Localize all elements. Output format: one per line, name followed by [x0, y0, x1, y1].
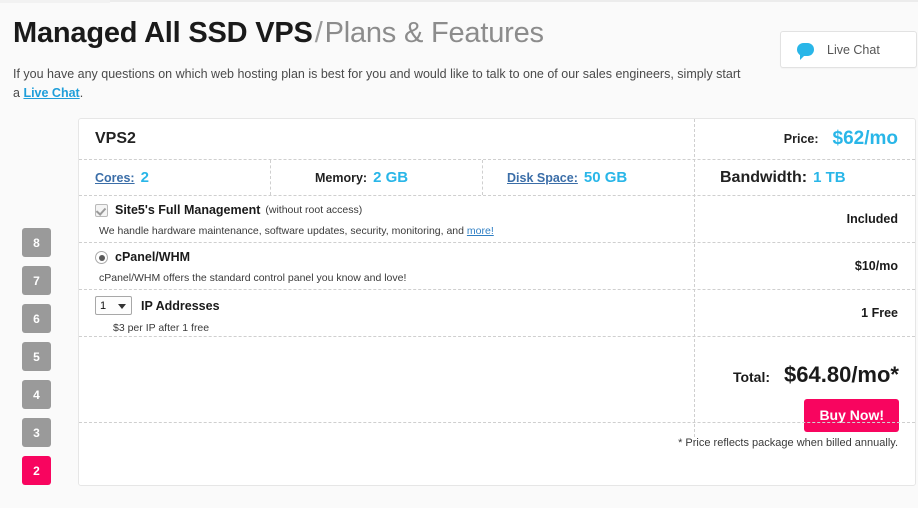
pager-item[interactable]: 6 — [22, 304, 51, 333]
spec-disk: Disk Space: 50 GB — [483, 160, 694, 195]
pager-item-active[interactable]: 2 — [22, 456, 51, 485]
spec-bandwidth: Bandwidth: 1 TB — [694, 160, 915, 195]
top-divider-left — [0, 0, 110, 3]
intro-live-chat-link[interactable]: Live Chat — [23, 86, 79, 100]
chat-bubble-icon — [797, 43, 814, 60]
chevron-down-icon — [118, 303, 126, 309]
page-title-light: Plans & Features — [324, 17, 544, 49]
radio-cpanel-icon[interactable] — [95, 251, 108, 264]
feature-management-note: (without root access) — [265, 204, 363, 216]
feature-row-ip-addresses: 1 IP Addresses $3 per IP after 1 free 1 … — [79, 290, 915, 337]
buy-now-wrapper: Buy Now! — [694, 399, 916, 432]
ip-addresses-description: $3 per IP after 1 free — [113, 322, 210, 334]
specs-left: Cores: 2 Memory: 2 GB Disk Space: 50 GB — [79, 160, 694, 195]
spec-cores: Cores: 2 — [79, 160, 271, 195]
ip-addresses-price-cell: 1 Free — [693, 290, 915, 336]
feature-management-description-text: We handle hardware maintenance, software… — [99, 225, 467, 237]
pager-item[interactable]: 5 — [22, 342, 51, 371]
ip-count-select[interactable]: 1 — [95, 296, 132, 315]
price-footnote: * Price reflects package when billed ann… — [678, 437, 898, 449]
live-chat-button[interactable]: Live Chat — [780, 31, 917, 68]
total-label: Total: — [732, 369, 771, 385]
ip-count-value: 1 — [100, 299, 107, 312]
feature-management-body: Site5's Full Management (without root ac… — [79, 196, 693, 242]
plan-price-cell: Price: $62/mo — [693, 119, 915, 159]
total-line: Total: $64.80/mo* — [694, 334, 916, 388]
pager-item[interactable]: 3 — [22, 418, 51, 447]
pager-item[interactable]: 7 — [22, 266, 51, 295]
spec-bandwidth-value: 1 TB — [813, 169, 846, 186]
price-value: $62/mo — [832, 128, 898, 149]
total-value: $64.80/mo* — [784, 362, 899, 387]
page-header: Managed All SSD VPS/Plans & Features If … — [13, 16, 905, 106]
ip-addresses-price: 1 Free — [861, 306, 898, 320]
buy-now-button[interactable]: Buy Now! — [804, 399, 899, 432]
feature-cpanel-body: cPanel/WHM cPanel/WHM offers the standar… — [79, 243, 693, 289]
ip-addresses-head: 1 IP Addresses — [95, 296, 693, 315]
feature-row-cpanel: cPanel/WHM cPanel/WHM offers the standar… — [79, 243, 915, 290]
price-label: Price: — [783, 132, 819, 146]
plan-pager[interactable]: 8 7 6 5 4 3 2 — [22, 228, 51, 494]
page-title-strong: Managed All SSD VPS — [13, 17, 313, 49]
plan-card: VPS2 Price: $62/mo Cores: 2 Memory: 2 GB… — [78, 118, 916, 486]
intro-text-after: . — [79, 86, 84, 100]
spec-memory: Memory: 2 GB — [271, 160, 483, 195]
feature-management-title: Site5's Full Management — [115, 203, 261, 217]
plan-name: VPS2 — [95, 130, 136, 147]
feature-management-price-cell: Included — [693, 196, 915, 242]
spec-disk-label[interactable]: Disk Space: — [507, 171, 578, 185]
feature-management-head: Site5's Full Management (without root ac… — [95, 203, 693, 218]
spec-disk-value: 50 GB — [583, 169, 628, 186]
pager-item[interactable]: 8 — [22, 228, 51, 257]
total-section: Total: $64.80/mo* Buy Now! — [694, 334, 916, 439]
plan-specs-row: Cores: 2 Memory: 2 GB Disk Space: 50 GB … — [79, 160, 915, 196]
page-title-separator: / — [314, 17, 323, 49]
top-divider — [110, 0, 918, 2]
page-title: Managed All SSD VPS/Plans & Features — [13, 16, 905, 50]
ip-addresses-label: IP Addresses — [141, 298, 220, 313]
checkbox-full-management-icon[interactable] — [95, 204, 108, 217]
footnote-divider — [79, 422, 915, 423]
spec-memory-value: 2 GB — [373, 169, 409, 186]
feature-management-more-link[interactable]: more! — [467, 225, 494, 237]
feature-cpanel-title: cPanel/WHM — [115, 250, 191, 264]
feature-cpanel-head: cPanel/WHM — [95, 250, 693, 265]
spec-cores-value: 2 — [140, 169, 149, 186]
intro-paragraph: If you have any questions on which web h… — [13, 65, 748, 103]
live-chat-label: Live Chat — [827, 42, 880, 57]
feature-management-price: Included — [846, 212, 898, 226]
pager-item[interactable]: 4 — [22, 380, 51, 409]
feature-cpanel-price-cell: $10/mo — [693, 243, 915, 289]
plan-header-row: VPS2 Price: $62/mo — [79, 119, 915, 160]
ip-addresses-body: 1 IP Addresses $3 per IP after 1 free — [79, 290, 693, 336]
feature-cpanel-description: cPanel/WHM offers the standard control p… — [99, 272, 407, 284]
feature-row-management: Site5's Full Management (without root ac… — [79, 196, 915, 243]
spec-memory-label: Memory: — [315, 170, 368, 185]
plan-name-cell: VPS2 — [79, 119, 693, 159]
intro-text-before: If you have any questions on which web h… — [13, 67, 741, 100]
feature-cpanel-price: $10/mo — [854, 259, 898, 273]
spec-bandwidth-label: Bandwidth: — [720, 168, 808, 186]
spec-cores-label[interactable]: Cores: — [95, 171, 135, 185]
feature-management-description: We handle hardware maintenance, software… — [99, 225, 693, 238]
